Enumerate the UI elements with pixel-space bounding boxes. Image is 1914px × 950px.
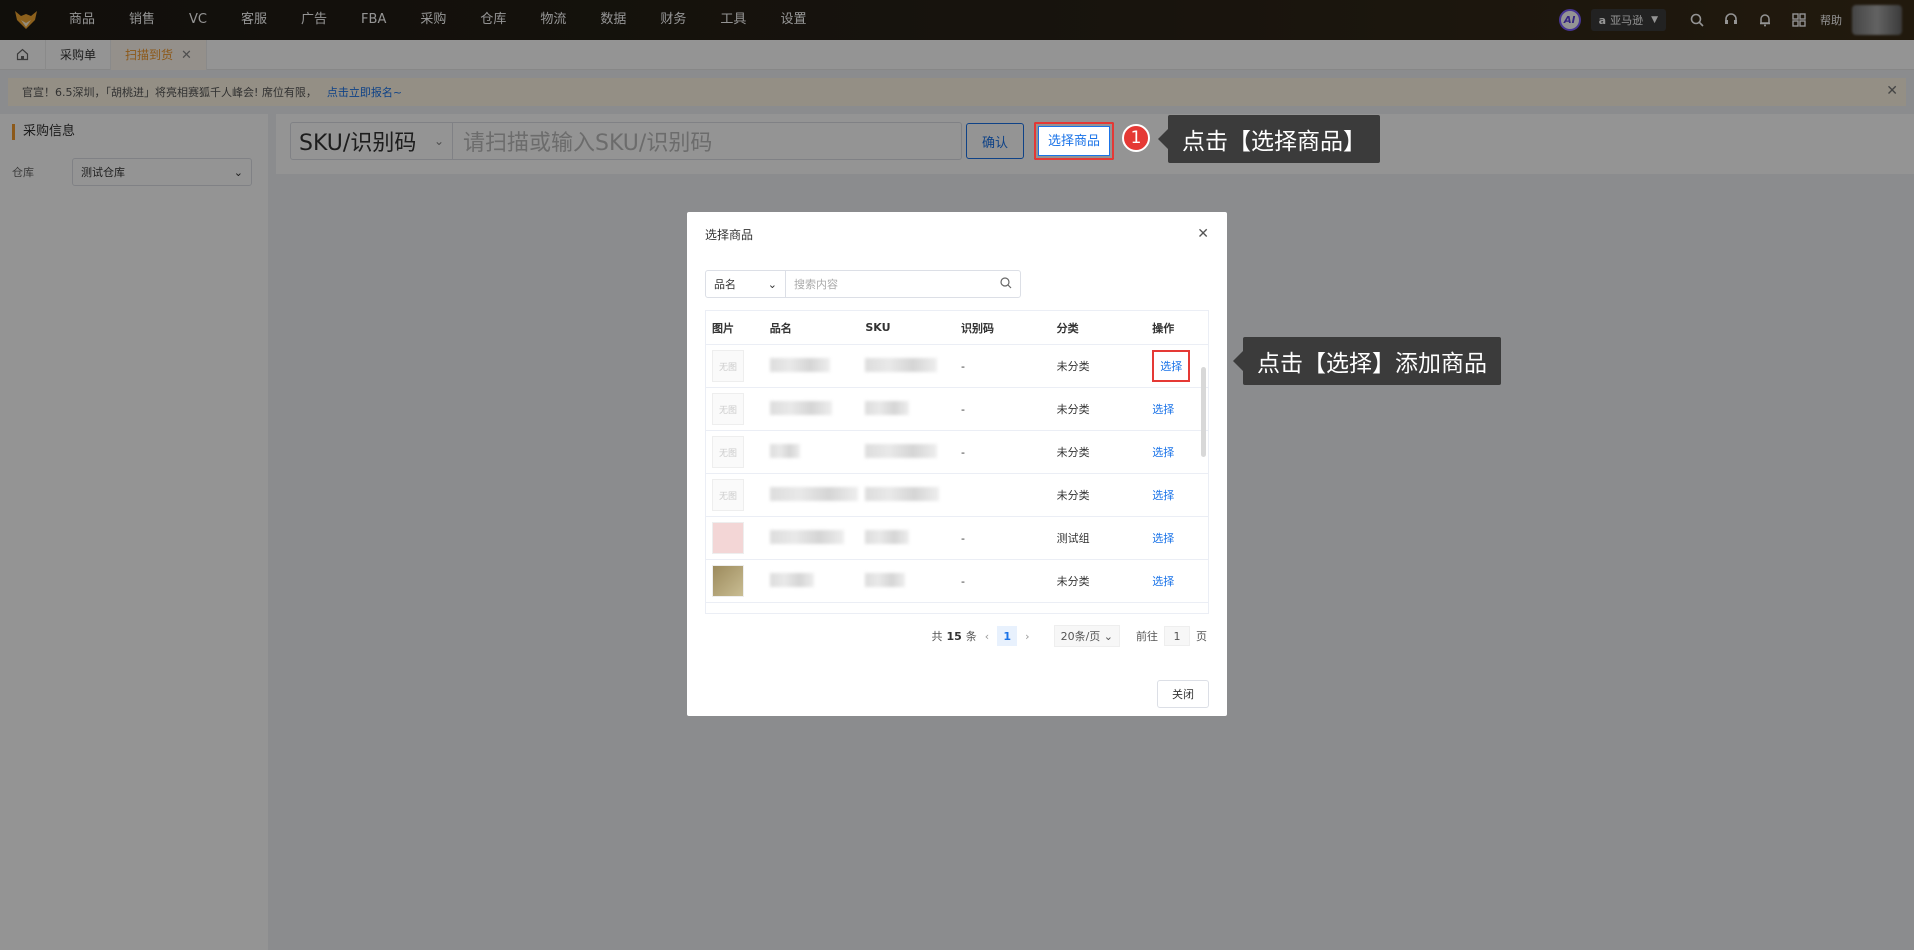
callout-2: 点击【选择】添加商品 <box>1233 337 1501 385</box>
category-cell: 未分类 <box>1056 489 1090 502</box>
product-thumb <box>712 565 744 597</box>
goto-prefix: 前往 <box>1136 630 1158 643</box>
select-row-button[interactable]: 选择 <box>1152 350 1191 382</box>
product-thumb <box>712 522 744 554</box>
category-cell: 测试组 <box>1056 532 1090 545</box>
select-goods-highlight-frame: 选择商品 <box>1034 122 1114 160</box>
product-name-blurred <box>769 572 814 587</box>
table-row: 无图 - 未分类 选择 <box>706 388 1208 431</box>
search-type-value: 品名 <box>714 278 736 291</box>
code-cell: - <box>960 574 965 588</box>
chevron-down-icon: ⌄ <box>767 277 777 291</box>
col-name: 品名 <box>769 321 792 335</box>
total-count: 15 <box>946 629 962 643</box>
sku-blurred <box>865 357 938 372</box>
select-goods-dialog: 选择商品 ✕ 品名 ⌄ 搜索内容 图片 品名 SKU 识别码 分类 操作 无图 … <box>687 212 1227 716</box>
product-name-blurred <box>769 443 800 458</box>
step-badge-1: 1 <box>1122 124 1150 152</box>
close-button[interactable]: 关闭 <box>1157 680 1209 708</box>
select-goods-button-highlight[interactable]: 选择商品 <box>1038 126 1110 156</box>
search-placeholder: 搜索内容 <box>794 278 838 291</box>
goto-suffix: 页 <box>1196 630 1207 643</box>
callout-1: 点击【选择商品】 <box>1158 115 1380 163</box>
category-cell: 未分类 <box>1056 446 1090 459</box>
search-input[interactable]: 搜索内容 <box>786 271 1020 297</box>
chevron-left-icon[interactable]: ‹ <box>985 630 989 643</box>
product-name-blurred <box>769 529 844 544</box>
no-image-thumb: 无图 <box>712 436 744 468</box>
table-row: - 未分类 选择 <box>706 560 1208 603</box>
total-prefix: 共 <box>931 630 943 643</box>
product-name-blurred <box>769 357 830 372</box>
goods-table: 图片 品名 SKU 识别码 分类 操作 无图 - 未分类 选择 无图 - 未分类… <box>705 310 1209 614</box>
table-header: 图片 品名 SKU 识别码 分类 操作 <box>706 311 1208 345</box>
current-page[interactable]: 1 <box>997 626 1018 646</box>
code-cell: - <box>960 359 965 373</box>
goto-page-input[interactable]: 1 <box>1164 626 1190 646</box>
select-row-button[interactable]: 选择 <box>1152 575 1174 588</box>
table-row: 无图 未分类 选择 <box>706 474 1208 517</box>
chevron-right-icon[interactable]: › <box>1025 630 1029 643</box>
sku-blurred <box>865 443 938 458</box>
search-type-select[interactable]: 品名 ⌄ <box>706 271 786 297</box>
select-row-button[interactable]: 选择 <box>1152 489 1174 502</box>
table-row: 无图 - 未分类 选择 <box>706 431 1208 474</box>
pagination: 共 15 条 ‹ 1 › 20条/页 ⌄ 前往 1 页 <box>687 624 1227 648</box>
no-image-thumb: 无图 <box>712 350 744 382</box>
table-row: - 测试组 选择 <box>706 517 1208 560</box>
search-icon[interactable] <box>1000 276 1012 292</box>
no-image-thumb: 无图 <box>712 479 744 511</box>
page-size-value: 20条/页 <box>1060 630 1101 643</box>
product-name-blurred <box>769 400 832 415</box>
category-cell: 未分类 <box>1056 403 1090 416</box>
col-sku: SKU <box>865 321 891 334</box>
table-row: 无图 - 未分类 选择 <box>706 345 1208 388</box>
col-code: 识别码 <box>960 321 994 335</box>
select-row-button[interactable]: 选择 <box>1152 446 1174 459</box>
code-cell: - <box>960 402 965 416</box>
no-image-thumb: 无图 <box>712 393 744 425</box>
select-row-button[interactable]: 选择 <box>1152 532 1174 545</box>
dialog-search: 品名 ⌄ 搜索内容 <box>705 270 1021 298</box>
col-operation: 操作 <box>1152 321 1175 335</box>
sku-blurred <box>865 486 940 501</box>
col-image: 图片 <box>712 321 734 335</box>
code-cell: - <box>960 445 965 459</box>
dialog-title: 选择商品 <box>705 228 754 242</box>
sku-blurred <box>865 572 906 587</box>
category-cell: 未分类 <box>1056 575 1090 588</box>
code-cell: - <box>960 531 965 545</box>
col-category: 分类 <box>1056 321 1079 335</box>
category-cell: 未分类 <box>1056 360 1090 373</box>
product-name-blurred <box>769 486 858 501</box>
table-scrollbar[interactable] <box>1201 367 1206 457</box>
sku-blurred <box>865 529 910 544</box>
page-size-select[interactable]: 20条/页 ⌄ <box>1053 625 1120 647</box>
sku-blurred <box>865 400 910 415</box>
close-icon[interactable]: ✕ <box>1197 226 1209 242</box>
total-suffix: 条 <box>965 630 977 643</box>
select-row-button[interactable]: 选择 <box>1152 403 1174 416</box>
